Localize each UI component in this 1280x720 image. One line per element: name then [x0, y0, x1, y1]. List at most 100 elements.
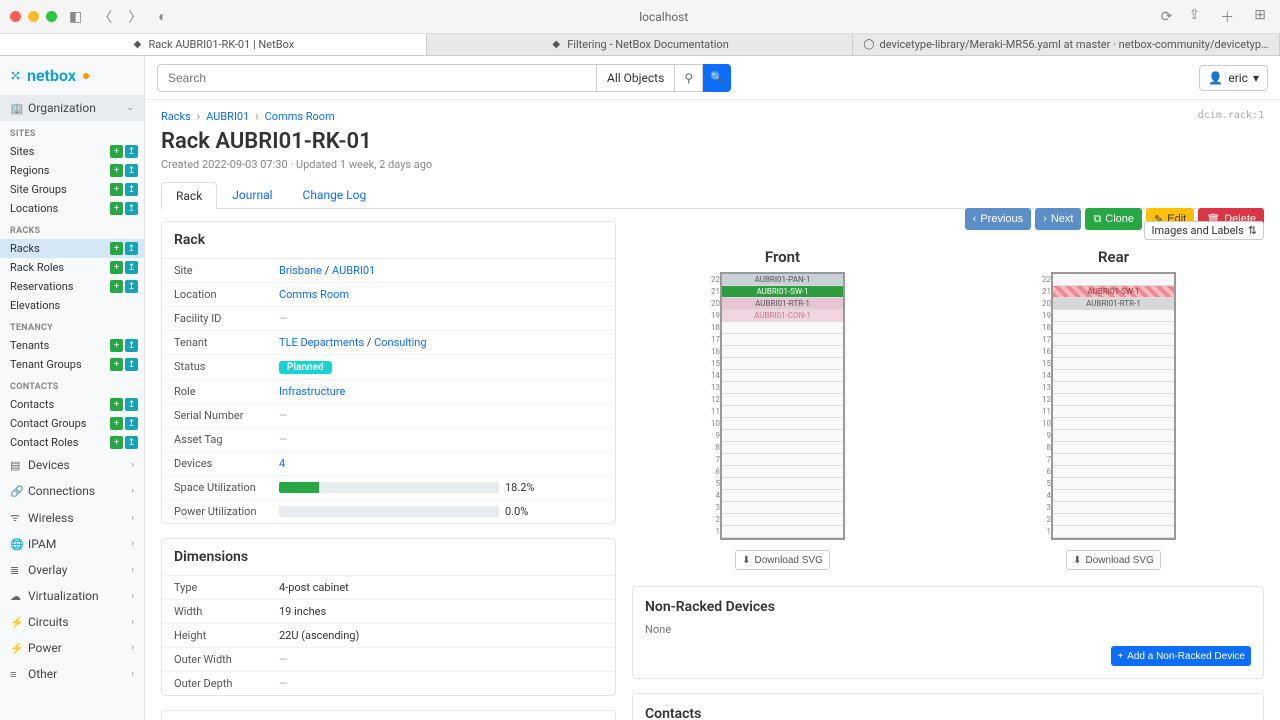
sidebar-item-racks[interactable]: Racks+↥ — [0, 239, 144, 258]
rack-unit-device[interactable]: 21AUBRI01-SW-1 — [722, 286, 843, 298]
nav-group-organization[interactable]: 🏢 Organization ⌄ — [0, 95, 144, 121]
rack-unit-empty[interactable]: 4 — [722, 490, 843, 502]
site-link[interactable]: AUBRI01 — [332, 264, 375, 277]
rack-unit-empty[interactable]: 3 — [722, 502, 843, 514]
url-bar[interactable]: localhost — [179, 10, 1149, 24]
import-icon[interactable]: ↥ — [125, 145, 138, 158]
tenant-link[interactable]: Consulting — [374, 336, 426, 349]
rack-unit-empty[interactable]: 2 — [1053, 514, 1174, 526]
rack-unit-empty[interactable]: 10 — [722, 418, 843, 430]
rack-unit-empty[interactable]: 6 — [1053, 466, 1174, 478]
sidebar-item-rack-roles[interactable]: Rack Roles+↥ — [0, 258, 144, 277]
breadcrumb-link[interactable]: Racks — [161, 110, 191, 123]
add-icon[interactable]: + — [110, 164, 123, 177]
rack-unit-empty[interactable]: 16 — [722, 346, 843, 358]
rack-unit-empty[interactable]: 5 — [722, 478, 843, 490]
add-icon[interactable]: + — [110, 398, 123, 411]
rack-unit-device[interactable]: 21AUBRI01-SW-1 — [1053, 286, 1174, 298]
rack-unit-empty[interactable]: 18 — [722, 322, 843, 334]
nav-group-overlay[interactable]: ≣Overlay› — [0, 557, 144, 583]
rack-unit-empty[interactable]: 5 — [1053, 478, 1174, 490]
tenant-group-link[interactable]: TLE Departments — [279, 336, 364, 349]
nav-group-ipam[interactable]: 🌐IPAM› — [0, 531, 144, 557]
sidebar-item-tenant-groups[interactable]: Tenant Groups+↥ — [0, 355, 144, 374]
sidebar-item-contact-roles[interactable]: Contact Roles+↥ — [0, 433, 144, 452]
rack-unit-empty[interactable]: 17 — [722, 334, 843, 346]
import-icon[interactable]: ↥ — [125, 417, 138, 430]
nav-group-connections[interactable]: 🔗Connections› — [0, 478, 144, 504]
rack-unit-empty[interactable]: 11 — [722, 406, 843, 418]
rack-unit-empty[interactable]: 8 — [722, 442, 843, 454]
rack-unit-empty[interactable]: 7 — [1053, 454, 1174, 466]
add-icon[interactable]: + — [110, 339, 123, 352]
rack-unit-empty[interactable]: 16 — [1053, 346, 1174, 358]
rack-unit-empty[interactable]: 8 — [1053, 442, 1174, 454]
import-icon[interactable]: ↥ — [125, 242, 138, 255]
new-tab-icon[interactable]: ＋ — [1216, 7, 1238, 27]
breadcrumb-link[interactable]: AUBRI01 — [206, 110, 249, 123]
rack-unit-empty[interactable]: 14 — [722, 370, 843, 382]
import-icon[interactable]: ↥ — [125, 183, 138, 196]
elevation-view-select[interactable]: Images and Labels ⇅ — [1144, 221, 1264, 240]
rack-unit-empty[interactable]: 11 — [1053, 406, 1174, 418]
rack-unit-empty[interactable]: 18 — [1053, 322, 1174, 334]
rack-unit-empty[interactable]: 9 — [1053, 430, 1174, 442]
add-icon[interactable]: + — [110, 436, 123, 449]
import-icon[interactable]: ↥ — [125, 202, 138, 215]
rack-unit-empty[interactable]: 17 — [1053, 334, 1174, 346]
sidebar-toggle-icon[interactable]: ◧ — [65, 9, 86, 25]
download-svg-front-button[interactable]: ⬇ Download SVG — [735, 550, 830, 570]
share-icon[interactable]: ⇪ — [1185, 7, 1205, 27]
add-icon[interactable]: + — [110, 417, 123, 430]
import-icon[interactable]: ↥ — [125, 358, 138, 371]
rack-unit-device[interactable]: 19AUBRI01-CON-1 — [722, 310, 843, 322]
import-icon[interactable]: ↥ — [125, 398, 138, 411]
add-icon[interactable]: + — [110, 280, 123, 293]
nav-group-devices[interactable]: ▤Devices› — [0, 452, 144, 478]
sidebar-item-sites[interactable]: Sites+↥ — [0, 142, 144, 161]
user-menu[interactable]: 👤 eric ▾ — [1199, 65, 1268, 91]
add-icon[interactable]: + — [110, 183, 123, 196]
rack-unit-empty[interactable]: 15 — [1053, 358, 1174, 370]
rack-unit-empty[interactable]: 1 — [1053, 526, 1174, 538]
sidebar-item-locations[interactable]: Locations+↥ — [0, 199, 144, 218]
sidebar-item-tenants[interactable]: Tenants+↥ — [0, 336, 144, 355]
import-icon[interactable]: ↥ — [125, 339, 138, 352]
role-link[interactable]: Infrastructure — [279, 385, 345, 398]
nav-group-circuits[interactable]: ⚡Circuits› — [0, 609, 144, 635]
rack-unit-empty[interactable]: 12 — [1053, 394, 1174, 406]
sidebar-item-contacts[interactable]: Contacts+↥ — [0, 395, 144, 414]
rack-unit-empty[interactable]: 4 — [1053, 490, 1174, 502]
sidebar-item-reservations[interactable]: Reservations+↥ — [0, 277, 144, 296]
add-icon[interactable]: + — [110, 202, 123, 215]
maximize-window-icon[interactable] — [46, 11, 57, 22]
close-window-icon[interactable] — [10, 11, 21, 22]
rack-unit-empty[interactable]: 15 — [722, 358, 843, 370]
rack-unit-empty[interactable]: 6 — [722, 466, 843, 478]
rack-unit-empty[interactable]: 12 — [722, 394, 843, 406]
sidebar-item-elevations[interactable]: Elevations — [0, 296, 144, 315]
refresh-icon[interactable]: ⟳ — [1157, 9, 1177, 25]
forward-icon[interactable]: 〉 — [124, 7, 146, 27]
search-filter-button[interactable]: ⚲ — [675, 64, 703, 92]
import-icon[interactable]: ↥ — [125, 436, 138, 449]
add-icon[interactable]: + — [110, 261, 123, 274]
add-non-racked-button[interactable]: + Add a Non-Racked Device — [1111, 646, 1251, 666]
rack-unit-empty[interactable]: 9 — [722, 430, 843, 442]
rack-unit-empty[interactable]: 13 — [722, 382, 843, 394]
site-region-link[interactable]: Brisbane — [279, 264, 322, 277]
download-svg-rear-button[interactable]: ⬇ Download SVG — [1066, 550, 1161, 570]
import-icon[interactable]: ↥ — [125, 280, 138, 293]
rack-unit-empty[interactable]: 13 — [1053, 382, 1174, 394]
add-icon[interactable]: + — [110, 242, 123, 255]
nav-group-power[interactable]: ⚡Power› — [0, 635, 144, 661]
breadcrumb-link[interactable]: Comms Room — [265, 110, 335, 123]
search-button[interactable]: 🔍 — [703, 64, 731, 92]
tabs-icon[interactable]: ⊞ — [1250, 7, 1270, 27]
search-scope-select[interactable]: All Objects — [597, 64, 675, 92]
add-icon[interactable]: + — [110, 145, 123, 158]
nav-group-other[interactable]: ≡Other› — [0, 661, 144, 687]
add-icon[interactable]: + — [110, 358, 123, 371]
location-link[interactable]: Comms Room — [279, 288, 349, 301]
rack-unit-device[interactable]: 20AUBRI01-RTR-1 — [722, 298, 843, 310]
